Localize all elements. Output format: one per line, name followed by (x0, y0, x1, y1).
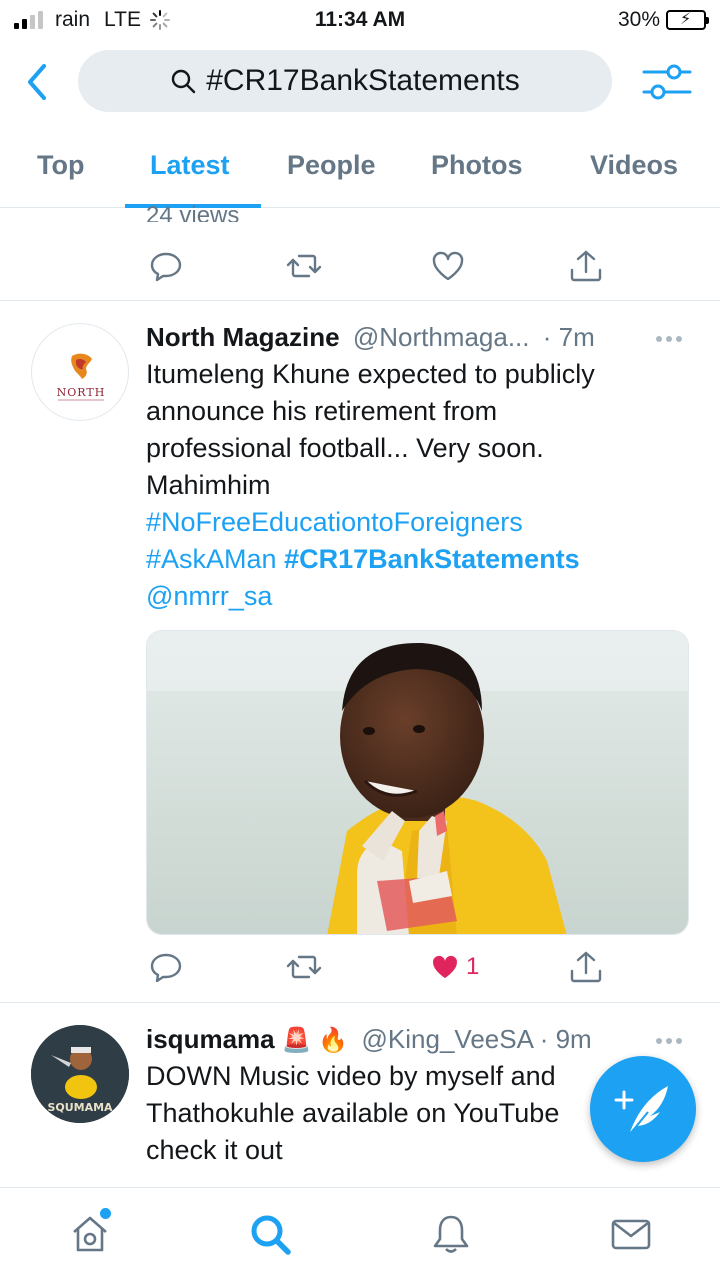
tab-videos[interactable]: Videos (590, 150, 678, 181)
tweet-text-line: announce his retirement from (146, 396, 498, 426)
avatar[interactable]: NORTH (31, 323, 129, 421)
tweet-header: North Magazine @Northmaga... · 7m (146, 322, 595, 353)
mention-link[interactable]: @nmrr_sa (146, 581, 272, 611)
share-icon[interactable] (566, 947, 606, 987)
tweet-text: Itumeleng Khune expected to publicly ann… (146, 356, 666, 615)
tweet-text-line: Thathokuhle available on YouTube (146, 1098, 560, 1128)
search-input[interactable]: #CR17BankStatements (78, 50, 612, 112)
share-icon[interactable] (566, 246, 606, 286)
tweet-divider (0, 300, 720, 301)
battery-percent: 30% (617, 8, 660, 31)
charging-bolt-icon: ⚡ (680, 11, 692, 28)
more-options-icon[interactable] (656, 332, 686, 346)
photo-goalkeeper-icon (147, 631, 688, 934)
hashtag-link[interactable]: #NoFreeEducationtoForeigners (146, 507, 523, 537)
tab-photos[interactable]: Photos (431, 150, 523, 181)
tweet-text-line: Itumeleng Khune expected to publicly (146, 359, 595, 389)
tweet-timestamp: · 7m (542, 322, 595, 352)
tweet-text-line: DOWN Music video by myself and (146, 1061, 556, 1091)
more-options-icon[interactable] (656, 1034, 686, 1048)
search-tabs: Top Latest People Photos Videos (0, 124, 720, 208)
heart-icon[interactable] (428, 246, 468, 286)
tweet-media-image[interactable] (146, 630, 689, 935)
status-bar: rain LTE 11:34 AM 30% ⚡ (0, 0, 720, 40)
tweet-author-name[interactable]: isqumama (146, 1024, 275, 1054)
hashtag-link[interactable]: #AskAMan (146, 544, 277, 574)
tweet-text: DOWN Music video by myself and Thathokuh… (146, 1058, 666, 1169)
avatar[interactable]: SQUMAMA (31, 1025, 129, 1123)
tweet-timestamp: · 9m (539, 1024, 592, 1054)
search-query: #CR17BankStatements (206, 64, 520, 97)
mail-icon[interactable] (609, 1212, 653, 1256)
tweet-author-handle[interactable]: @Northmaga... (353, 322, 530, 352)
magnifier-icon (172, 69, 196, 94)
tab-top[interactable]: Top (37, 150, 84, 181)
like-button[interactable]: 1 (428, 947, 498, 987)
compose-tweet-button[interactable] (590, 1056, 696, 1162)
tweet-header: isqumama 🚨 🔥 @King_VeeSA · 9m (146, 1024, 592, 1055)
tweet-author-handle[interactable]: @King_VeeSA (362, 1024, 533, 1054)
tweet-divider (0, 1002, 720, 1003)
reply-icon[interactable] (146, 947, 186, 987)
like-count: 1 (466, 953, 480, 980)
search-header: #CR17BankStatements (0, 40, 720, 124)
compose-feather-icon (614, 1086, 668, 1135)
tweet-views-count: 24 views (146, 202, 240, 222)
svg-text:SQUMAMA: SQUMAMA (47, 1101, 113, 1114)
heart-filled-icon (433, 955, 457, 979)
chevron-left-icon[interactable] (20, 60, 56, 104)
tweet-actions: 1 (146, 947, 606, 987)
status-right: 30% ⚡ (617, 8, 709, 32)
bell-icon[interactable] (429, 1212, 473, 1256)
emoji-siren-fire-icon: 🚨 🔥 (281, 1027, 349, 1054)
retweet-icon[interactable] (284, 246, 324, 286)
tweet-actions (146, 246, 606, 286)
tweet-text-line: check it out (146, 1135, 283, 1165)
tweet-author-name[interactable]: North Magazine (146, 322, 340, 352)
reply-icon[interactable] (146, 246, 186, 286)
sliders-icon[interactable] (640, 60, 694, 104)
search-icon[interactable] (248, 1212, 292, 1256)
north-magazine-logo-icon: NORTH (57, 353, 106, 401)
hashtag-link[interactable]: #CR17BankStatements (284, 544, 580, 574)
notification-dot (100, 1208, 111, 1219)
retweet-icon[interactable] (284, 947, 324, 987)
tweet-text-line: Mahimhim (146, 470, 271, 500)
status-time: 11:34 AM (314, 8, 406, 31)
cartoon-character-avatar-icon: SQUMAMA (31, 1025, 129, 1123)
tab-people[interactable]: People (287, 150, 376, 181)
tweet-text-line: professional football... Very soon. (146, 433, 544, 463)
battery-icon: ⚡ (666, 10, 709, 30)
bottom-navigation (0, 1187, 720, 1280)
svg-text:NORTH: NORTH (57, 386, 106, 399)
tab-latest[interactable]: Latest (150, 150, 230, 181)
